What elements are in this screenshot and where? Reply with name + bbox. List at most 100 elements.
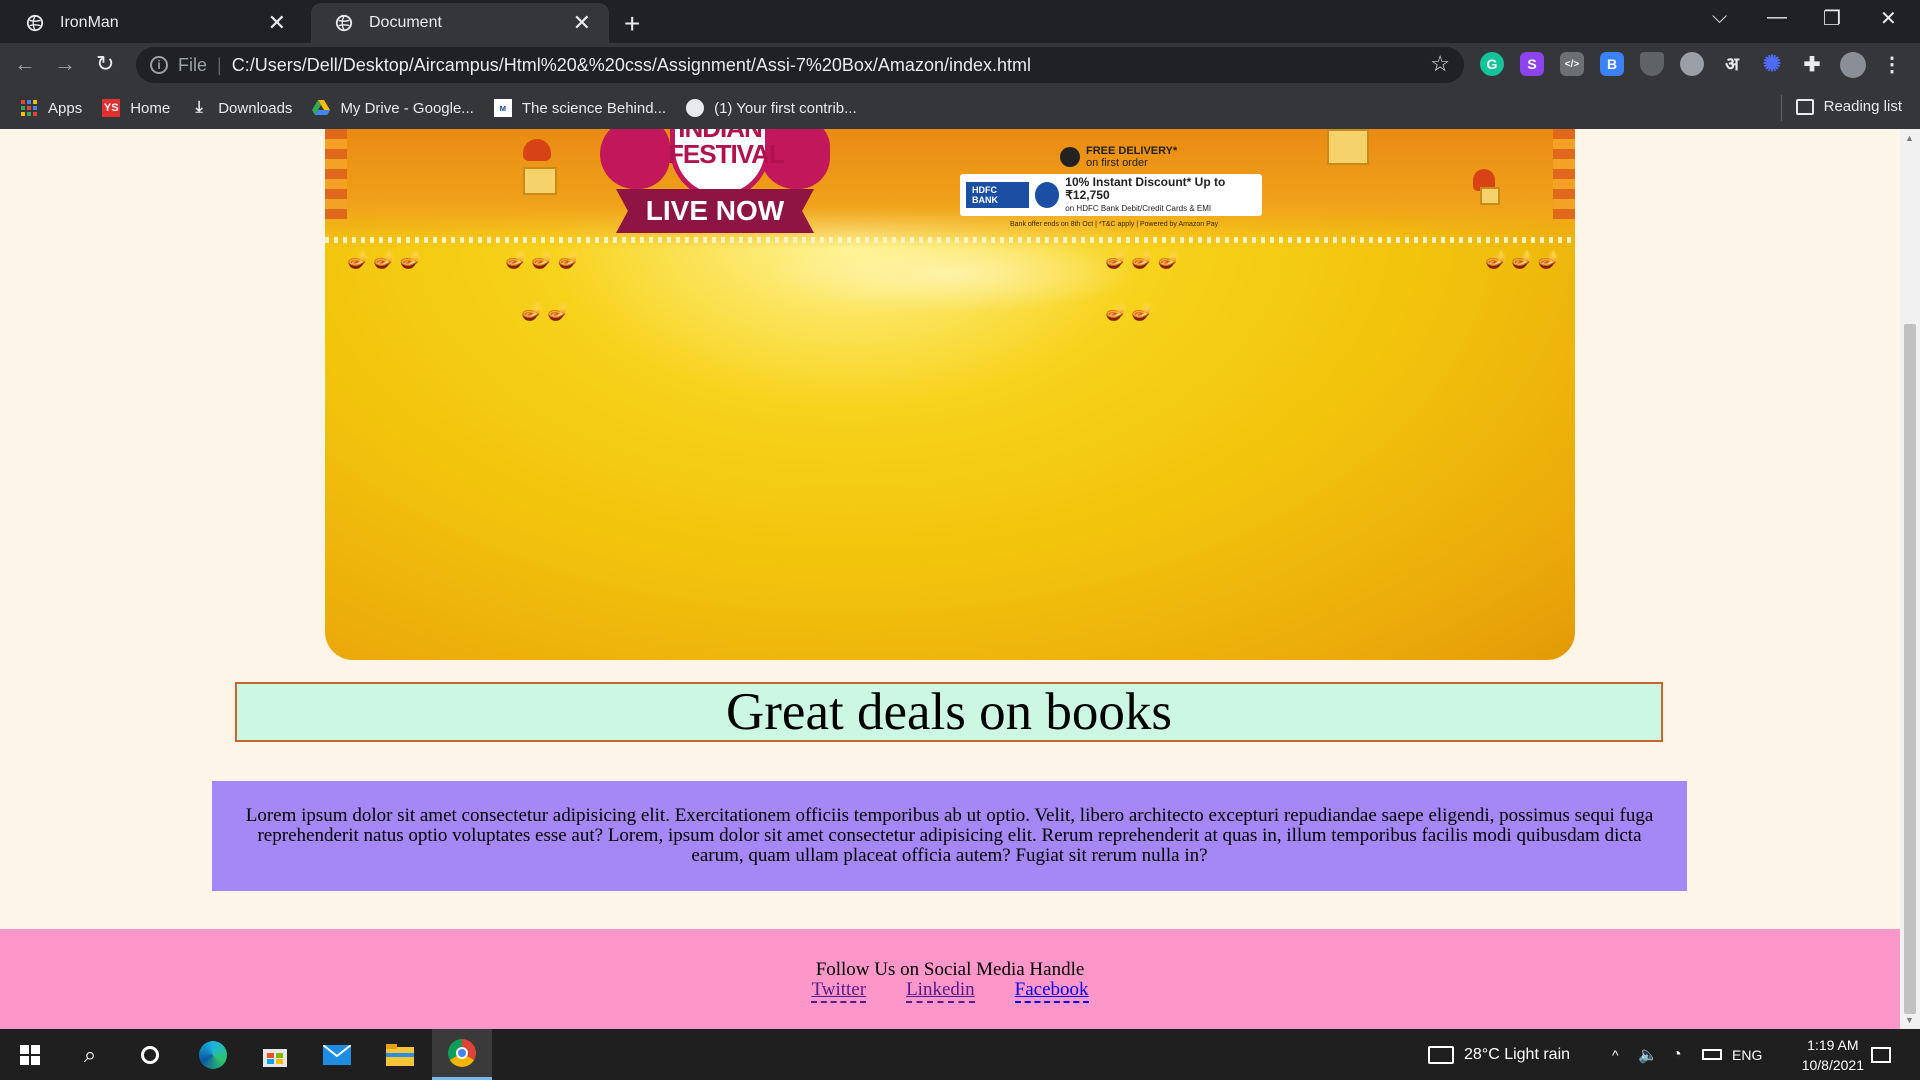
scroll-down-icon[interactable]: ▼ (1905, 1015, 1914, 1025)
banner-rangoli-glow (765, 234, 1135, 314)
bookmark-my-drive[interactable]: My Drive - Google... (312, 99, 474, 117)
tab-search-icon[interactable]: ⌵ (1712, 6, 1727, 29)
facebook-link[interactable]: Facebook (1014, 979, 1089, 1003)
bookmark-label: Downloads (218, 99, 293, 117)
avatar[interactable] (1840, 52, 1866, 78)
network-icon[interactable]: ◔ (1672, 1029, 1682, 1080)
bookmark-science[interactable]: ᴍ The science Behind... (493, 99, 666, 117)
tab-document[interactable]: Document ✕ (311, 3, 609, 43)
globe-icon (26, 14, 44, 32)
url-separator: | (217, 54, 222, 75)
books-heading-box: Great deals on books (235, 682, 1663, 742)
forward-icon[interactable]: → (54, 51, 76, 77)
elephant-left-icon (600, 129, 670, 189)
banner-left-garland (325, 129, 347, 219)
gift-icon (523, 167, 557, 195)
page-footer: Follow Us on Social Media Handle Twitter… (0, 929, 1900, 1029)
social-links: Twitter Linkedin Facebook (0, 979, 1900, 1003)
restore-icon[interactable]: ❐ (1823, 6, 1841, 31)
page-heading: Great deals on books (726, 683, 1172, 741)
tab-ironman[interactable]: IronMan ✕ (2, 3, 304, 43)
bookmark-label: Apps (48, 99, 83, 117)
scroll-up-icon[interactable]: ▲ (1905, 133, 1914, 143)
download-icon: ⤓ (195, 99, 203, 116)
bookmarks-divider (1781, 95, 1782, 121)
search-icon[interactable]: ⌕ (60, 1029, 120, 1080)
edge-icon[interactable] (183, 1029, 243, 1080)
bookmarks-bar: Apps YS Home ⤓ Downloads My Drive - Goog… (0, 87, 1920, 129)
gift-icon (1327, 129, 1369, 165)
gift-icon (1480, 187, 1500, 205)
sparkle-extension-icon[interactable]: ✺ (1760, 51, 1784, 76)
clock-time: 1:19 AM (1807, 1037, 1859, 1053)
puzzle-icon[interactable]: ✚ (1800, 52, 1824, 76)
back-icon[interactable]: ← (14, 51, 36, 77)
google-drive-icon (312, 99, 331, 117)
minimize-icon[interactable]: — (1767, 6, 1787, 29)
live-now-ribbon: LIVE NOW (616, 189, 814, 233)
file-explorer-icon[interactable] (370, 1029, 430, 1080)
reload-icon[interactable]: ↻ (96, 51, 114, 77)
diya-icon: 🪔🪔🪔 (347, 249, 427, 269)
grammarly-icon[interactable]: G (1480, 52, 1504, 76)
close-tab-icon[interactable]: ✕ (268, 12, 286, 34)
circle-extension-icon[interactable] (1680, 52, 1704, 76)
url-scheme: File (178, 54, 208, 75)
volume-icon[interactable]: 🔈 (1638, 1029, 1658, 1080)
bookmark-downloads[interactable]: ⤓ Downloads (190, 99, 293, 117)
reading-list-button[interactable]: Reading list (1795, 98, 1902, 115)
truck-icon (1060, 147, 1080, 167)
close-window-icon[interactable]: ✕ (1880, 6, 1897, 31)
tab-title: IronMan (60, 14, 119, 31)
windows-taskbar: ⌕ 28°C Light rain ^ 🔈 ◔ ENG 1:19 AM 10/8… (0, 1029, 1920, 1080)
bank-offer-text: 10% Instant Discount* Up to ₹12,750 (1065, 174, 1226, 202)
address-bar[interactable]: i File | C:/Users/Dell/Desktop/Aircampus… (136, 47, 1464, 83)
bookmark-github[interactable]: (1) Your first contrib... (686, 99, 857, 117)
system-clock[interactable]: 1:19 AM 10/8/2021 (1802, 1035, 1864, 1075)
bank-offer-card: HDFC BANK 10% Instant Discount* Up to ₹1… (960, 174, 1262, 216)
linkedin-link[interactable]: Linkedin (906, 979, 975, 1003)
bookmark-star-icon[interactable]: ☆ (1430, 51, 1450, 77)
notification-icon[interactable] (1866, 1029, 1896, 1080)
article-icon: ᴍ (493, 99, 512, 117)
hdfc-logo: HDFC BANK (966, 182, 1029, 208)
diya-icon: 🪔🪔 (1105, 301, 1158, 321)
twitter-link[interactable]: Twitter (811, 979, 867, 1003)
battery-icon[interactable] (1702, 1029, 1722, 1080)
page-scrollbar[interactable]: ▲ ▼ (1900, 129, 1920, 1029)
festival-banner-image: INDIAN FESTIVAL LIVE NOW FREE DELIVERY* … (325, 129, 1575, 660)
chrome-icon[interactable] (432, 1029, 492, 1080)
festival-title: INDIAN FESTIVAL (668, 129, 785, 169)
weather-text: 28°C Light rain (1464, 1045, 1571, 1063)
cortana-icon[interactable] (120, 1029, 180, 1080)
bookmark-apps[interactable]: Apps (20, 99, 82, 117)
tray-chevron-icon[interactable]: ^ (1612, 1029, 1619, 1080)
globe-icon (335, 14, 353, 32)
bank-offer-subtext: on HDFC Bank Debit/Credit Cards & EMI (1065, 203, 1212, 213)
lantern-icon (523, 139, 551, 161)
shield-extension-icon[interactable] (1640, 52, 1664, 76)
store-icon[interactable] (245, 1029, 305, 1080)
translate-box-icon[interactable]: B (1600, 52, 1624, 76)
code-icon[interactable]: </> (1560, 52, 1584, 76)
url-text[interactable]: C:/Users/Dell/Desktop/Aircampus/Html%20&… (232, 55, 1031, 76)
s-extension-icon[interactable]: S (1520, 52, 1544, 76)
mail-icon[interactable] (307, 1029, 367, 1080)
diya-icon: 🪔🪔🪔 (505, 249, 585, 269)
bookmark-label: My Drive - Google... (340, 99, 474, 117)
weather-news-icon (1428, 1045, 1454, 1064)
close-tab-icon[interactable]: ✕ (573, 12, 591, 34)
banner-right-garland (1553, 129, 1575, 219)
diya-icon: 🪔🪔🪔 (1485, 249, 1565, 269)
windows-start-icon[interactable] (0, 1029, 60, 1080)
new-tab-button[interactable]: + (624, 8, 640, 40)
delivery-subtitle: on first order (1086, 157, 1148, 169)
scrollbar-thumb[interactable] (1904, 324, 1916, 1014)
language-indicator[interactable]: ENG (1732, 1029, 1762, 1080)
weather-widget[interactable]: 28°C Light rain (1428, 1029, 1570, 1080)
delivery-title: FREE DELIVERY* (1086, 145, 1178, 157)
bookmark-home[interactable]: YS Home (102, 99, 170, 117)
info-icon[interactable]: i (150, 56, 168, 74)
hindi-letter-icon[interactable]: अ (1720, 52, 1744, 76)
menu-kebab-icon[interactable]: ⋮ (1880, 52, 1904, 76)
